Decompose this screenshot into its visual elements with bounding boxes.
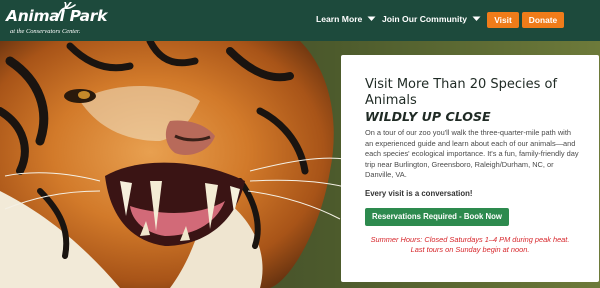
card-description: On a tour of our zoo you'll walk the thr…: [365, 128, 579, 180]
chevron-down-icon: [472, 16, 481, 21]
book-now-button[interactable]: Reservations Required - Book Now: [365, 207, 509, 226]
logo-tagline: at the Conservators Center.: [10, 28, 81, 35]
card-subtitle: WILDLY UP CLOSE: [365, 109, 491, 124]
nav-learn-more[interactable]: Learn More: [316, 14, 376, 24]
summer-hours-note: Summer Hours: Closed Saturdays 1–4 PM du…: [370, 234, 570, 255]
card-tagline: Every visit is a conversation!: [365, 188, 473, 198]
visit-info-card: Visit More Than 20 Species of Animals WI…: [341, 55, 599, 282]
nav-join-community[interactable]: Join Our Community: [382, 14, 481, 24]
donate-button[interactable]: Donate: [522, 12, 564, 28]
chevron-down-icon: [367, 16, 376, 21]
visit-button[interactable]: Visit: [487, 12, 519, 28]
site-logo[interactable]: Animal Park at the Conservators Center.: [6, 2, 108, 38]
site-header: Animal Park at the Conservators Center. …: [0, 0, 600, 41]
nav-learn-more-label: Learn More: [316, 14, 363, 24]
card-title: Visit More Than 20 Species of Animals: [365, 77, 558, 108]
logo-wordmark: Animal Park: [6, 7, 108, 25]
nav-join-community-label: Join Our Community: [382, 14, 467, 24]
